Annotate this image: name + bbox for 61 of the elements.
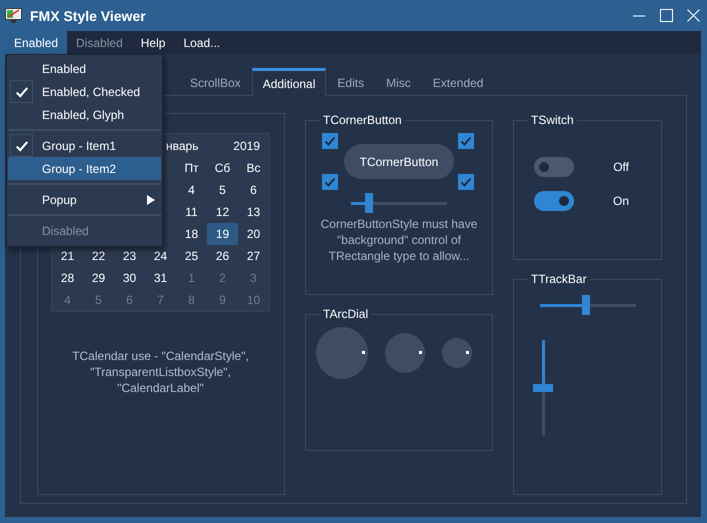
- calendar-day[interactable]: 22: [83, 245, 114, 267]
- calendar-year: 2019: [233, 138, 260, 152]
- calendar-day[interactable]: 31: [145, 267, 176, 289]
- calendar-day[interactable]: 19: [207, 223, 238, 245]
- menu-item[interactable]: Enabled, Checked: [8, 80, 161, 103]
- app-icon: [5, 8, 22, 23]
- group-title: TSwitch: [530, 113, 575, 127]
- close-icon[interactable]: [686, 9, 700, 22]
- tab[interactable]: ScrollBox: [179, 68, 252, 96]
- toggle-switch[interactable]: [534, 157, 574, 177]
- weekday-label: Пт: [183, 161, 200, 175]
- group-title: TArcDial: [322, 307, 370, 321]
- corner-button-note: CornerButtonStyle must have "background" control of TRectangle type to allow...: [320, 216, 478, 264]
- menu-item[interactable]: Popup: [8, 188, 161, 211]
- calendar-day[interactable]: 4: [176, 179, 207, 201]
- checkbox[interactable]: [458, 174, 474, 190]
- calendar-day[interactable]: 11: [176, 201, 207, 223]
- weekday-label: Вс: [245, 161, 262, 175]
- group-title: TTrackBar: [530, 272, 588, 286]
- calendar-day[interactable]: 18: [176, 223, 207, 245]
- calendar-day[interactable]: 25: [176, 245, 207, 267]
- calendar-day[interactable]: 12: [207, 201, 238, 223]
- menu-item[interactable]: Enabled, Glyph: [8, 103, 161, 126]
- calendar-day[interactable]: 21: [52, 245, 83, 267]
- weekday-label: Сб: [214, 161, 232, 175]
- tab[interactable]: Additional: [252, 68, 326, 96]
- maximize-icon[interactable]: [660, 9, 672, 22]
- calendar-day[interactable]: 6: [238, 179, 269, 201]
- group-title: TCornerButton: [322, 113, 403, 127]
- tab[interactable]: Misc: [375, 68, 422, 96]
- calendar-month: нварь: [166, 138, 198, 152]
- trackbar-thumb[interactable]: [582, 295, 590, 315]
- slider-thumb[interactable]: [365, 193, 374, 213]
- switch-label: On: [612, 194, 629, 208]
- trackbar-thumb[interactable]: [533, 384, 553, 392]
- calendar-day[interactable]: 30: [114, 267, 145, 289]
- tab[interactable]: Edits: [326, 68, 376, 96]
- menu-bar-item[interactable]: Enabled: [5, 31, 68, 54]
- calendar-day[interactable]: 29: [83, 267, 114, 289]
- switch-label: Off: [613, 160, 629, 174]
- calendar-day[interactable]: 24: [145, 245, 176, 267]
- calendar-day[interactable]: 20: [238, 223, 269, 245]
- checkbox[interactable]: [322, 133, 338, 149]
- calendar-day[interactable]: 27: [238, 245, 269, 267]
- calendar-day[interactable]: 23: [114, 245, 145, 267]
- calendar-day[interactable]: 13: [238, 201, 269, 223]
- menu-bar-item[interactable]: Help: [132, 31, 174, 54]
- toggle-switch[interactable]: [534, 191, 574, 211]
- menu-bar-item[interactable]: Load...: [174, 31, 230, 54]
- checkbox[interactable]: [322, 174, 338, 190]
- tab[interactable]: Extended: [422, 68, 494, 96]
- menu-item[interactable]: Enabled: [8, 57, 161, 80]
- calendar-day[interactable]: 5: [207, 179, 238, 201]
- menu-item[interactable]: Group - Item1: [8, 134, 161, 157]
- calendar-day[interactable]: 28: [52, 267, 83, 289]
- calendar-day[interactable]: 26: [207, 245, 238, 267]
- corner-button[interactable]: TCornerButton: [344, 144, 454, 179]
- checkbox[interactable]: [458, 133, 474, 149]
- menu-item[interactable]: Group - Item2: [8, 157, 161, 180]
- window-title: FMX Style Viewer: [30, 8, 147, 24]
- calendar-caption: TCalendar use - "CalendarStyle", "TransparentListboxStyle", "CalendarLabel": [71, 348, 250, 396]
